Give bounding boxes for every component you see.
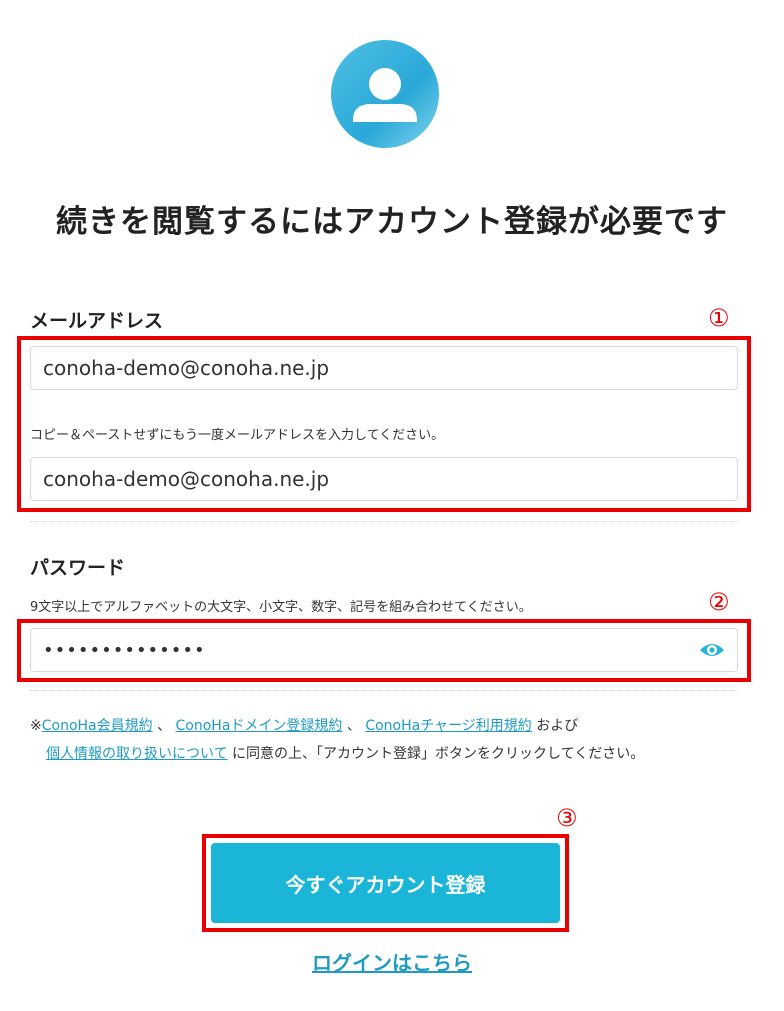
member-terms-link[interactable]: ConoHa会員規約 bbox=[42, 718, 153, 734]
email-confirm-field[interactable]: conoha-demo@conoha.ne.jp bbox=[30, 457, 738, 501]
terms-suffix: に同意の上、「アカウント登録」ボタンをクリックしてください。 bbox=[227, 746, 645, 762]
eye-icon[interactable] bbox=[699, 640, 725, 660]
email-confirm-hint: コピー＆ペーストせずにもう一度メールアドレスを入力してください。 bbox=[30, 428, 445, 443]
terms-separator: 、 bbox=[346, 718, 361, 734]
password-field-value: •••••••••••••• bbox=[43, 639, 206, 661]
email-field[interactable]: conoha-demo@conoha.ne.jp bbox=[30, 346, 738, 390]
password-label: パスワード bbox=[30, 557, 126, 579]
email-field-value: conoha-demo@conoha.ne.jp bbox=[43, 356, 330, 380]
annotation-marker-2: ② bbox=[708, 588, 730, 616]
login-link[interactable]: ログインはこちら bbox=[312, 951, 472, 975]
terms-and: および bbox=[531, 718, 579, 734]
email-confirm-field-value: conoha-demo@conoha.ne.jp bbox=[43, 467, 330, 491]
login-link-wrapper: ログインはこちら bbox=[0, 947, 784, 976]
password-hint: 9文字以上でアルファベットの大文字、小文字、数字、記号を組み合わせてください。 bbox=[30, 600, 532, 615]
privacy-policy-link[interactable]: 個人情報の取り扱いについて bbox=[46, 746, 228, 762]
password-field[interactable]: •••••••••••••• bbox=[30, 628, 738, 672]
divider bbox=[30, 521, 738, 522]
terms-separator: 、 bbox=[157, 718, 172, 734]
register-button[interactable]: 今すぐアカウント登録 bbox=[211, 843, 560, 923]
divider bbox=[30, 690, 738, 691]
user-avatar-icon bbox=[331, 40, 439, 148]
annotation-marker-1: ① bbox=[708, 304, 730, 332]
email-label: メールアドレス bbox=[30, 310, 164, 332]
terms-prefix: ※ bbox=[30, 718, 42, 734]
annotation-marker-3: ③ bbox=[556, 804, 578, 832]
terms-notice: ※ConoHa会員規約 、 ConoHaドメイン登録規約 、 ConoHaチャー… bbox=[30, 712, 730, 768]
page-title: 続きを閲覧するにはアカウント登録が必要です bbox=[56, 204, 728, 240]
domain-terms-link[interactable]: ConoHaドメイン登録規約 bbox=[176, 718, 343, 734]
charge-terms-link[interactable]: ConoHaチャージ利用規約 bbox=[365, 718, 531, 734]
